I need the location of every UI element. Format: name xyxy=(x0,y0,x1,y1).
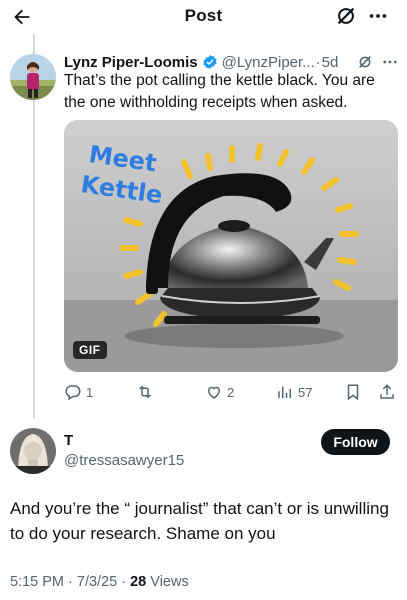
post-time[interactable]: 5:15 PM xyxy=(10,574,64,590)
reply-icon xyxy=(65,385,81,401)
author-name[interactable]: Lynz Piper-Loomis xyxy=(64,54,198,71)
gif-badge: GIF xyxy=(73,341,107,359)
like-count: 2 xyxy=(227,384,235,400)
tweet-header: Lynz Piper-Loomis @LynzPiper... · 5d xyxy=(64,52,400,72)
tweet-text: And you’re the “ journalist” that can’t … xyxy=(10,499,389,543)
views-count: 57 xyxy=(298,384,313,400)
author-name[interactable]: T xyxy=(64,432,73,449)
bookmark-icon xyxy=(347,384,359,401)
repost-button[interactable] xyxy=(136,380,158,404)
follow-button[interactable]: Follow xyxy=(321,429,390,455)
like-button[interactable]: 2 xyxy=(205,380,234,404)
top-bar: Post xyxy=(0,0,407,34)
repost-icon xyxy=(139,385,151,399)
more-icon[interactable] xyxy=(366,4,390,28)
timestamp[interactable]: 5d xyxy=(322,54,339,71)
avatar[interactable] xyxy=(10,54,56,100)
author-handle[interactable]: @LynzPiper... xyxy=(222,54,315,71)
tweet-text: That’s the pot calling the kettle black.… xyxy=(64,72,375,111)
tweet-meta: 5:15 PM · 7/3/25 · 28 Views xyxy=(10,574,189,590)
more-icon[interactable] xyxy=(380,53,400,71)
tweet-actions: 1 2 57 xyxy=(64,380,400,404)
views-button[interactable]: 57 xyxy=(276,380,312,404)
author-handle[interactable]: @tressasawyer15 xyxy=(64,452,184,469)
verified-badge-icon xyxy=(202,54,218,70)
views-chart-icon xyxy=(278,386,291,398)
grok-icon[interactable] xyxy=(334,4,358,28)
avatar[interactable] xyxy=(10,428,56,474)
gif-media[interactable]: Meet Kettle GIF xyxy=(64,120,398,372)
share-icon xyxy=(380,384,394,399)
reply-count: 1 xyxy=(86,384,94,400)
reply-button[interactable]: 1 xyxy=(64,380,93,404)
bookmark-button[interactable] xyxy=(344,380,362,404)
share-button[interactable] xyxy=(378,380,396,404)
grok-icon[interactable] xyxy=(356,53,374,71)
views-count: 28 xyxy=(130,574,147,590)
separator-dot: · xyxy=(117,574,131,590)
views-label: Views xyxy=(146,574,189,590)
separator-dot: · xyxy=(64,574,77,590)
separator-dot: · xyxy=(315,53,321,71)
heart-icon xyxy=(207,386,221,399)
post-date[interactable]: 7/3/25 xyxy=(77,574,117,590)
